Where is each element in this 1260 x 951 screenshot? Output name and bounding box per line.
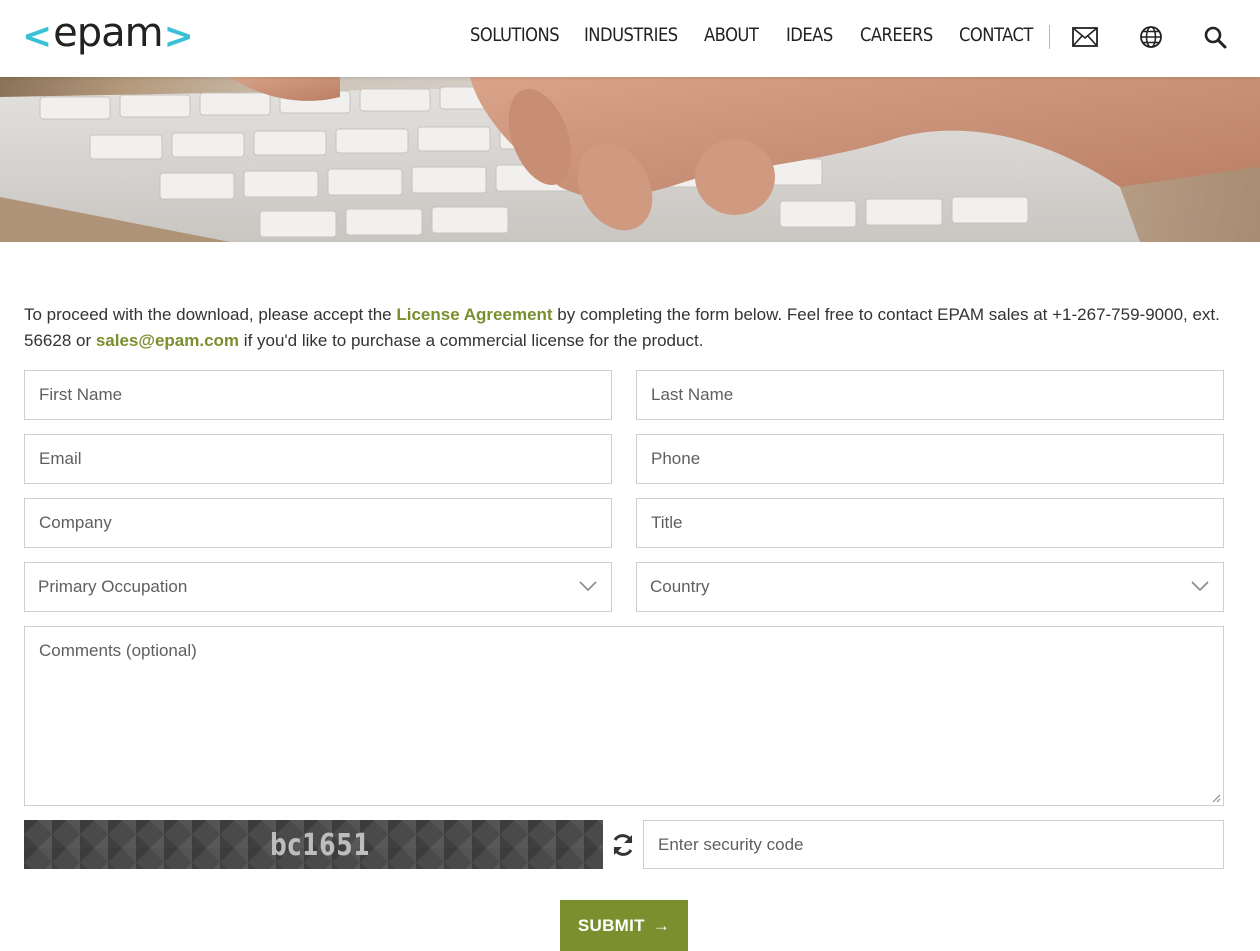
company-placeholder: Company: [39, 513, 112, 532]
keyboard-illustration: [0, 77, 1260, 242]
nav-item-industries[interactable]: INDUSTRIES: [584, 24, 678, 46]
last-name-placeholder: Last Name: [651, 385, 734, 404]
arrow-right-icon: →: [652, 915, 671, 935]
nav-item-ideas[interactable]: IDEAS: [786, 24, 833, 46]
title-field[interactable]: Title: [636, 498, 1224, 548]
security-code-input[interactable]: Enter security code: [643, 820, 1224, 869]
intro-text-end: if you'd like to purchase a commercial l…: [239, 331, 704, 350]
nav-item-solutions[interactable]: SOLUTIONS: [470, 24, 560, 46]
refresh-captcha-icon[interactable]: [610, 832, 636, 858]
logo-left-bracket: <: [22, 16, 53, 57]
country-value: Country: [650, 577, 710, 596]
nav-divider: [1049, 25, 1050, 49]
search-icon[interactable]: [1202, 24, 1228, 50]
globe-icon[interactable]: [1138, 24, 1164, 50]
first-name-field[interactable]: First Name: [24, 370, 612, 420]
last-name-field[interactable]: Last Name: [636, 370, 1224, 420]
mail-icon[interactable]: [1072, 24, 1098, 50]
submit-button[interactable]: SUBMIT →: [560, 900, 688, 951]
nav-item-careers[interactable]: CAREERS: [860, 24, 933, 46]
email-field[interactable]: Email: [24, 434, 612, 484]
logo-text: epam: [53, 10, 163, 56]
site-header: < epam > SOLUTIONS INDUSTRIES ABOUT IDEA…: [0, 0, 1260, 77]
captcha-image: bc1651: [24, 820, 603, 869]
hero-image: [0, 77, 1260, 242]
comments-placeholder: Comments (optional): [39, 641, 197, 660]
epam-logo[interactable]: < epam >: [22, 10, 194, 60]
security-code-placeholder: Enter security code: [658, 834, 804, 854]
resize-handle-icon[interactable]: [1211, 793, 1221, 803]
country-select[interactable]: Country: [636, 562, 1224, 612]
sales-email-link[interactable]: sales@epam.com: [96, 331, 239, 350]
chevron-down-icon: [1191, 581, 1209, 592]
phone-field[interactable]: Phone: [636, 434, 1224, 484]
intro-text-start: To proceed with the download, please acc…: [24, 305, 397, 324]
submit-label: SUBMIT: [577, 915, 645, 935]
company-field[interactable]: Company: [24, 498, 612, 548]
title-placeholder: Title: [651, 513, 683, 532]
download-intro-text: To proceed with the download, please acc…: [24, 302, 1236, 354]
first-name-placeholder: First Name: [39, 385, 123, 404]
primary-occupation-select[interactable]: Primary Occupation: [24, 562, 612, 612]
primary-occupation-value: Primary Occupation: [38, 577, 188, 596]
phone-placeholder: Phone: [651, 449, 701, 468]
logo-right-bracket: >: [163, 16, 194, 57]
captcha-code: bc1651: [270, 828, 371, 863]
chevron-down-icon: [579, 581, 597, 592]
license-agreement-link[interactable]: License Agreement: [396, 305, 552, 324]
nav-item-about[interactable]: ABOUT: [704, 24, 759, 46]
comments-textarea[interactable]: Comments (optional): [24, 626, 1224, 806]
email-placeholder: Email: [39, 449, 82, 468]
nav-item-contact[interactable]: CONTACT: [959, 24, 1033, 46]
